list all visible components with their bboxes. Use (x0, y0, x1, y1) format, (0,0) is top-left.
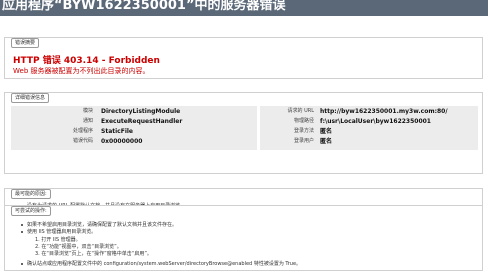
detail-row-logon-user: 登录用户 匿名 (260, 137, 478, 146)
detail-value: 匿名 (320, 138, 333, 145)
detail-row-handler: 处理程序 StaticFile (11, 127, 257, 136)
detail-row-physical-path: 物理路径 f:\usr\LocalUser\byw1622350001 (260, 117, 478, 126)
detail-label: 请求的 URL (287, 108, 314, 114)
error-summary-panel: 错误摘要 HTTP 错误 403.14 - Forbidden Web 服务器被… (4, 37, 483, 79)
detail-panel: 详细错误信息 模块 DirectoryListingModule 通知 Exec… (4, 92, 483, 174)
detail-table-left: 模块 DirectoryListingModule 通知 ExecuteRequ… (11, 106, 257, 150)
solution-item: 确认站点或应用程序配置文件中的 configuration/system.web… (27, 261, 302, 267)
detail-value: http://byw1622350001.my3w.com:80/ (320, 108, 448, 115)
solutions-panel: 可尝试的操作: 如果不希望启用目录浏览，请确保配置了默认文档并且该文件存在。 使… (4, 205, 483, 271)
detail-label: 错误代码 (72, 138, 93, 144)
detail-value: 0x00000000 (101, 138, 143, 145)
page-title: 应用程序“BYW1622350001”中的服务器错误 (2, 0, 286, 13)
detail-value: ExecuteRequestHandler (101, 118, 183, 125)
error-banner: 应用程序“BYW1622350001”中的服务器错误 (0, 0, 488, 16)
detail-value: f:\usr\LocalUser\byw1622350001 (320, 118, 431, 125)
detail-row-logon-method: 登录方法 匿名 (260, 127, 478, 136)
error-heading: HTTP 错误 403.14 - Forbidden (13, 56, 160, 66)
detail-label: 通知 (82, 118, 93, 124)
error-description: Web 服务器被配置为不列出此目录的内容。 (13, 67, 150, 75)
solution-item: 如果不希望启用目录浏览，请确保配置了默认文档并且该文件存在。 (27, 222, 178, 228)
detail-value: StaticFile (101, 128, 134, 135)
detail-row-module: 模块 DirectoryListingModule (11, 107, 257, 116)
bullet-icon (21, 263, 23, 265)
detail-row-notification: 通知 ExecuteRequestHandler (11, 117, 257, 126)
detail-label: 模块 (82, 108, 93, 114)
detail-label: 登录用户 (293, 138, 314, 144)
detail-value: 匿名 (320, 128, 333, 135)
solution-step: 3. 在“目录浏览”页上，在“操作”窗格中单击“启用”。 (35, 251, 152, 257)
detail-label: 物理路径 (293, 118, 314, 124)
detail-label: 登录方法 (293, 128, 314, 134)
detail-label: 处理程序 (72, 128, 93, 134)
detail-row-url: 请求的 URL http://byw1622350001.my3w.com:80… (260, 107, 478, 116)
detail-title: 详细错误信息 (11, 93, 50, 103)
error-summary-title: 错误摘要 (11, 38, 40, 48)
solution-step: 2. 在“功能”视图中，双击“目录浏览”。 (35, 244, 122, 250)
solution-step: 1. 打开 IIS 管理器。 (35, 237, 81, 243)
detail-row-error-code: 错误代码 0x00000000 (11, 137, 257, 146)
solution-item: 使用 IIS 管理器启用目录浏览。 (27, 229, 97, 235)
bullet-icon (21, 224, 23, 226)
detail-value: DirectoryListingModule (101, 108, 181, 115)
detail-table-right: 请求的 URL http://byw1622350001.my3w.com:80… (260, 106, 478, 150)
solutions-title: 可尝试的操作: (11, 206, 51, 216)
causes-title: 最可能的原因: (11, 189, 51, 199)
bullet-icon (21, 231, 23, 233)
